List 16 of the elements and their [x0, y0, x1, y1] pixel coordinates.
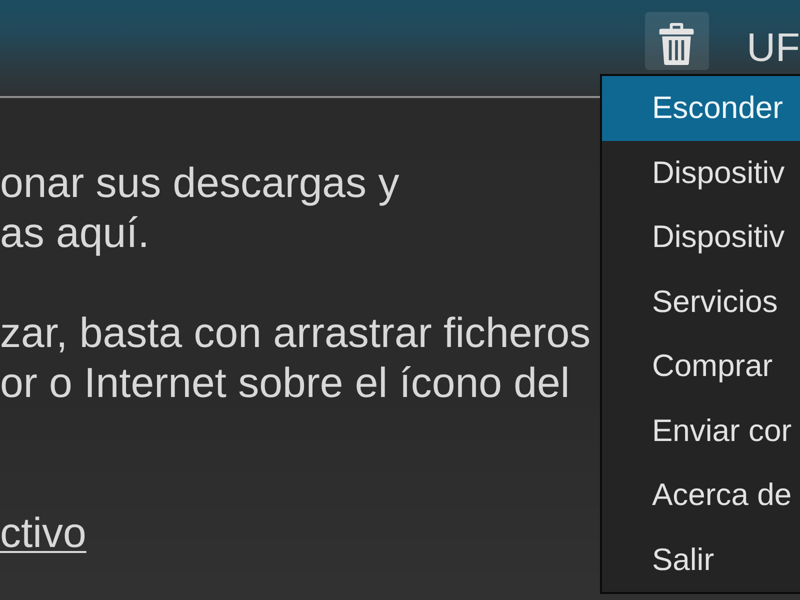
menu-item[interactable]: Dispositiv	[602, 140, 800, 205]
menu-item[interactable]: Salir	[602, 528, 800, 592]
menu-item[interactable]: Esconder	[602, 76, 800, 140]
menu-item[interactable]: Acerca de	[602, 463, 800, 528]
text-line: as aquí.	[0, 208, 150, 258]
trash-icon	[659, 23, 694, 65]
menu-item[interactable]: Dispositiv	[602, 205, 800, 270]
text-line: or o Internet sobre el ícono del	[0, 358, 570, 408]
menu-item[interactable]: Enviar cor	[602, 398, 800, 463]
menu-item[interactable]: Comprar	[602, 334, 800, 398]
header-label: UF	[746, 28, 800, 68]
trash-button[interactable]	[644, 12, 709, 70]
text-link[interactable]: ctivo	[0, 509, 86, 556]
menu-item[interactable]: Servicios	[602, 270, 800, 334]
text-line: onar sus descargas y	[0, 158, 400, 208]
text-line: zar, basta con arrastrar ficheros	[0, 308, 591, 358]
